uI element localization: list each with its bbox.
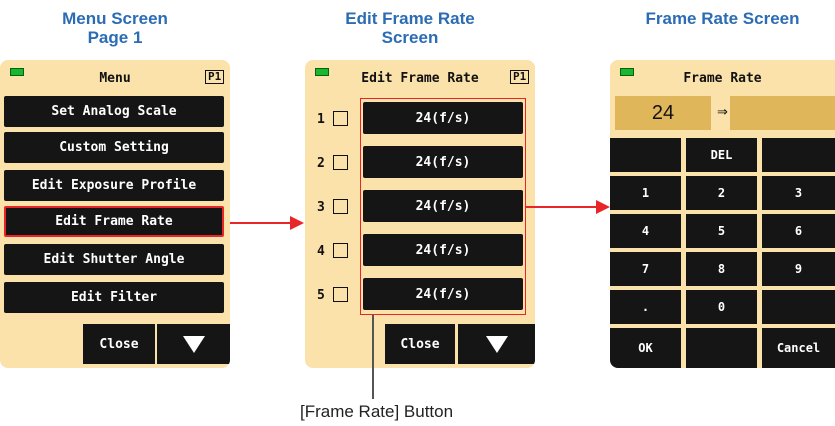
key-6[interactable]: 6 (762, 214, 835, 248)
frame-rate-screen-title: Frame Rate Screen (645, 9, 800, 28)
menu-item-edit-exposure-profile[interactable]: Edit Exposure Profile (4, 170, 224, 201)
page-badge: P1 (510, 70, 530, 84)
menu-item-set-analog-scale[interactable]: Set Analog Scale (4, 96, 224, 127)
keypad-blank (762, 138, 835, 172)
key-4[interactable]: 4 (610, 214, 681, 248)
menu-item-edit-filter[interactable]: Edit Filter (4, 282, 224, 313)
transfer-arrow: ⇒ (717, 105, 728, 120)
ok-button[interactable]: OK (610, 328, 681, 368)
frame-rate-highlight-box (360, 98, 526, 315)
callout-line (372, 315, 374, 399)
key-5[interactable]: 5 (686, 214, 757, 248)
right-arrow-icon (290, 216, 304, 230)
current-value-box: 24 (615, 96, 711, 130)
key-9[interactable]: 9 (762, 252, 835, 286)
page-down-button[interactable] (458, 324, 535, 364)
arrow-line-2 (526, 206, 596, 208)
edit-header: Edit Frame Rate (361, 71, 479, 86)
key-2[interactable]: 2 (686, 176, 757, 210)
edit-frame-rate-title: Edit Frame Rate Screen (345, 9, 475, 47)
keypad-blank (762, 290, 835, 324)
row-number: 1 (317, 112, 325, 127)
key-1[interactable]: 1 (610, 176, 681, 210)
row-number: 2 (317, 156, 325, 171)
annotation-label: [Frame Rate] Button (300, 402, 454, 421)
key-8[interactable]: 8 (686, 252, 757, 286)
frame-rate-screen: Frame Rate 24 ⇒ DEL 1 2 3 4 5 6 7 8 9 . … (610, 60, 835, 368)
menu-item-edit-frame-rate[interactable]: Edit Frame Rate (4, 206, 224, 237)
key-del[interactable]: DEL (686, 138, 757, 172)
key-7[interactable]: 7 (610, 252, 681, 286)
row-checkbox[interactable] (333, 287, 348, 302)
down-triangle-icon (485, 335, 508, 353)
menu-header: Menu (99, 71, 131, 86)
arrow-line-1 (230, 222, 290, 224)
row-number: 5 (317, 288, 325, 303)
right-arrow-icon (596, 200, 610, 214)
keypad-blank (610, 138, 681, 172)
keypad-blank (686, 328, 757, 368)
row-checkbox[interactable] (333, 199, 348, 214)
rate-header: Frame Rate (683, 71, 762, 86)
new-value-box (730, 96, 835, 130)
key-0[interactable]: 0 (686, 290, 757, 324)
row-number: 3 (317, 200, 325, 215)
key-3[interactable]: 3 (762, 176, 835, 210)
menu-screen: Menu P1 Set Analog Scale Custom Setting … (0, 60, 230, 368)
row-checkbox[interactable] (333, 111, 348, 126)
menu-screen-title: Menu Screen Page 1 (62, 9, 168, 47)
row-checkbox[interactable] (333, 243, 348, 258)
close-button[interactable]: Close (385, 324, 455, 364)
row-number: 4 (317, 244, 325, 259)
down-triangle-icon (182, 335, 205, 353)
menu-item-edit-shutter-angle[interactable]: Edit Shutter Angle (4, 244, 224, 275)
page-down-button[interactable] (157, 324, 230, 364)
row-checkbox[interactable] (333, 155, 348, 170)
page-badge: P1 (205, 70, 225, 84)
close-button[interactable]: Close (83, 324, 155, 364)
cancel-button[interactable]: Cancel (762, 328, 835, 368)
menu-item-custom-setting[interactable]: Custom Setting (4, 132, 224, 163)
key-decimal[interactable]: . (610, 290, 681, 324)
